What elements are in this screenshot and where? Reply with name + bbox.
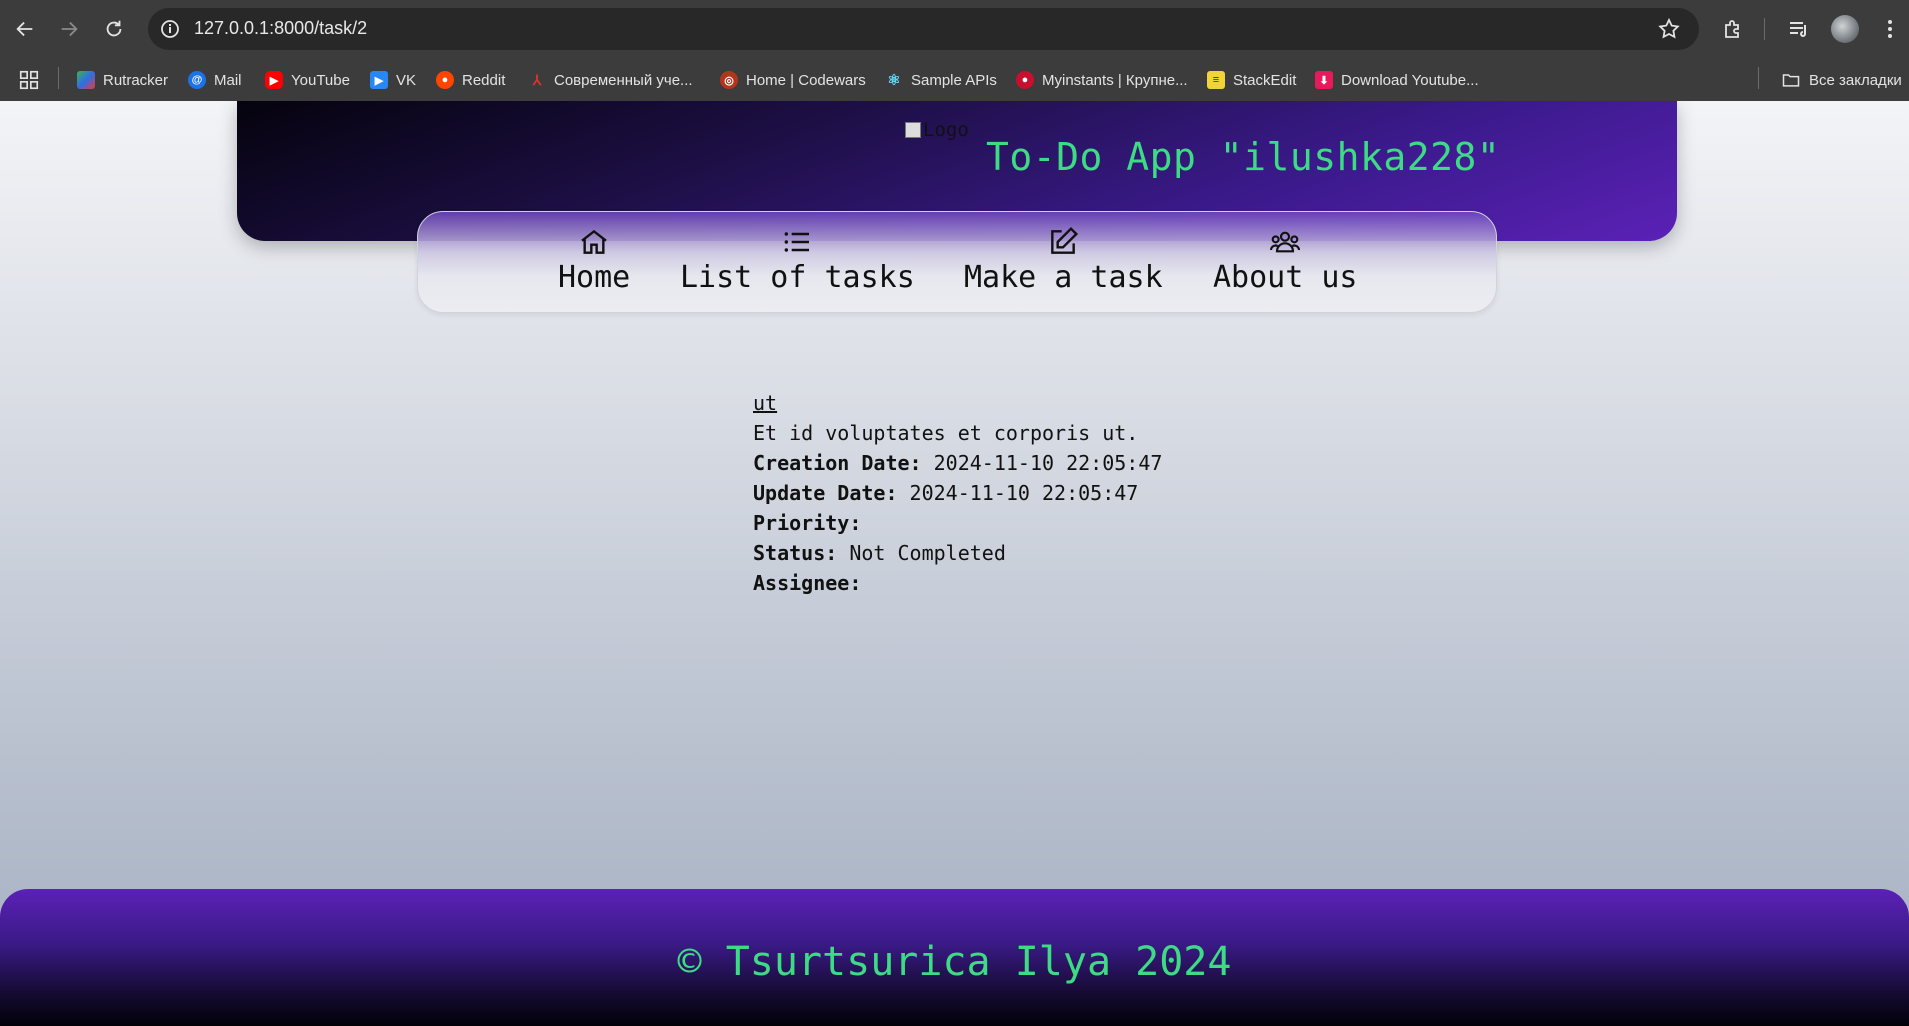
address-bar[interactable]: 127.0.0.1:8000/task/2 [148, 8, 1699, 50]
stackedit-icon: ≡ [1207, 71, 1225, 89]
puzzle-icon [1725, 20, 1739, 38]
bookmark-sample-apis[interactable]: ⚛ Sample APIs [885, 68, 997, 92]
bookmark-label: VK [396, 71, 417, 89]
apps-grid-icon [19, 70, 39, 90]
site-info-icon[interactable] [158, 17, 182, 41]
bookmark-label: YouTube [291, 71, 350, 89]
assignee-row: Assignee: [753, 568, 1162, 598]
bookmark-star-icon[interactable] [1657, 17, 1681, 41]
bookmark-label: Современный уче... [554, 71, 693, 89]
update-date-label: Update Date: [753, 481, 898, 505]
vk-icon: ▶ [370, 71, 388, 89]
all-bookmarks-button[interactable]: Все закладки [1781, 68, 1902, 92]
users-icon [1270, 231, 1301, 253]
bookmark-label: Sample APIs [911, 71, 997, 89]
forward-button[interactable] [54, 14, 84, 44]
menu-button[interactable] [1876, 15, 1904, 43]
kebab-menu-icon [1888, 20, 1892, 38]
bookmarks-divider [58, 67, 59, 89]
javascript-info-icon: ⅄ [532, 71, 542, 88]
priority-row: Priority: [753, 508, 1162, 538]
bookmark-stackedit[interactable]: ≡ StackEdit [1207, 68, 1296, 92]
bookmark-label: Myinstants | Крупне... [1042, 71, 1188, 89]
page-title: To-Do App "ilushka228" [986, 135, 1501, 179]
arrow-right-icon [61, 21, 78, 37]
apps-button[interactable] [18, 68, 40, 92]
task-title-link[interactable]: ut [753, 391, 777, 415]
page-content: Logo To-Do App "ilushka228" Home List of… [0, 101, 1909, 1026]
rutracker-icon [77, 71, 95, 89]
react-icon: ⚛ [887, 72, 901, 89]
myinstants-icon: ● [1016, 71, 1034, 89]
bookmark-myinstants[interactable]: ● Myinstants | Крупне... [1016, 68, 1188, 92]
toolbar-divider [1764, 18, 1765, 40]
bookmark-rutracker[interactable]: Rutracker [77, 68, 168, 92]
home-icon [581, 229, 607, 254]
bookmark-vk[interactable]: ▶ VK [370, 68, 416, 92]
bookmarks-bar: Rutracker @ Mail ▶ YouTube ▶ VK ● Reddit… [0, 58, 1909, 101]
media-controls-button[interactable] [1785, 15, 1813, 43]
all-bookmarks-label: Все закладки [1809, 71, 1902, 89]
nav-label: About us [1213, 260, 1358, 295]
broken-image-icon [905, 122, 921, 138]
back-button[interactable] [10, 14, 40, 44]
bookmark-codewars[interactable]: ◎ Home | Codewars [720, 68, 866, 92]
profile-avatar[interactable] [1831, 15, 1859, 43]
status-row: Status: Not Completed [753, 538, 1162, 568]
bookmark-youtube[interactable]: ▶ YouTube [265, 68, 350, 92]
extensions-button[interactable] [1719, 15, 1747, 43]
bookmark-label: StackEdit [1233, 71, 1297, 89]
arrow-left-icon [16, 21, 33, 37]
bookmark-label: Home | Codewars [746, 71, 866, 89]
bookmark-download-youtube[interactable]: ⬇ Download Youtube... [1315, 68, 1479, 92]
update-date-row: Update Date: 2024-11-10 22:05:47 [753, 478, 1162, 508]
logo-image: Logo [905, 119, 975, 145]
creation-date-value: 2024-11-10 22:05:47 [933, 451, 1163, 475]
creation-date-row: Creation Date: 2024-11-10 22:05:47 [753, 448, 1162, 478]
bookmark-label: Download Youtube... [1341, 71, 1479, 89]
youtube-icon: ▶ [265, 71, 283, 89]
download-icon: ⬇ [1315, 71, 1333, 89]
list-icon [785, 232, 810, 252]
site-footer: © Tsurtsurica Ilya 2024 [0, 889, 1909, 1026]
codewars-icon: ◎ [720, 71, 738, 89]
nav-make-a-task[interactable]: Make a task [964, 226, 1163, 295]
bookmark-label: Rutracker [103, 71, 169, 89]
logo-alt-text: Logo [923, 119, 969, 141]
nav-label: Home [558, 260, 631, 295]
bookmark-reddit[interactable]: ● Reddit [436, 68, 505, 92]
nav-list-of-tasks[interactable]: List of tasks [680, 226, 915, 295]
nav-about-us[interactable]: About us [1213, 226, 1358, 295]
creation-date-label: Creation Date: [753, 451, 922, 475]
nav-label: Make a task [964, 260, 1163, 295]
bookmark-label: Reddit [462, 71, 506, 89]
bookmark-label: Mail [214, 71, 242, 89]
playlist-icon [1790, 22, 1806, 37]
edit-icon [1051, 226, 1079, 254]
assignee-label: Assignee: [753, 571, 862, 595]
reload-button[interactable] [99, 14, 129, 44]
reload-icon [106, 20, 122, 37]
update-date-value: 2024-11-10 22:05:47 [909, 481, 1139, 505]
footer-copyright: © Tsurtsurica Ilya 2024 [677, 939, 1232, 985]
browser-toolbar: 127.0.0.1:8000/task/2 [0, 0, 1909, 58]
priority-label: Priority: [753, 511, 862, 535]
task-details: ut Et id voluptates et corporis ut. Crea… [753, 388, 1162, 598]
status-value: Not Completed [849, 541, 1006, 565]
bookmarks-divider [1758, 67, 1759, 89]
mail-icon: @ [188, 71, 206, 89]
main-nav: Home List of tasks Make a task About us [417, 211, 1497, 313]
url-text[interactable]: 127.0.0.1:8000/task/2 [194, 18, 367, 39]
task-description: Et id voluptates et corporis ut. [753, 421, 1139, 445]
status-label: Status: [753, 541, 838, 565]
nav-home[interactable]: Home [558, 226, 630, 295]
reddit-icon: ● [436, 71, 454, 89]
browser-chrome: 127.0.0.1:8000/task/2 Rutracker @ Mail ▶ [0, 0, 1909, 101]
folder-icon [1782, 74, 1800, 87]
bookmark-mail[interactable]: @ Mail [188, 68, 242, 92]
nav-label: List of tasks [680, 260, 915, 295]
bookmark-javascript-info[interactable]: ⅄ Современный уче... [528, 68, 693, 92]
